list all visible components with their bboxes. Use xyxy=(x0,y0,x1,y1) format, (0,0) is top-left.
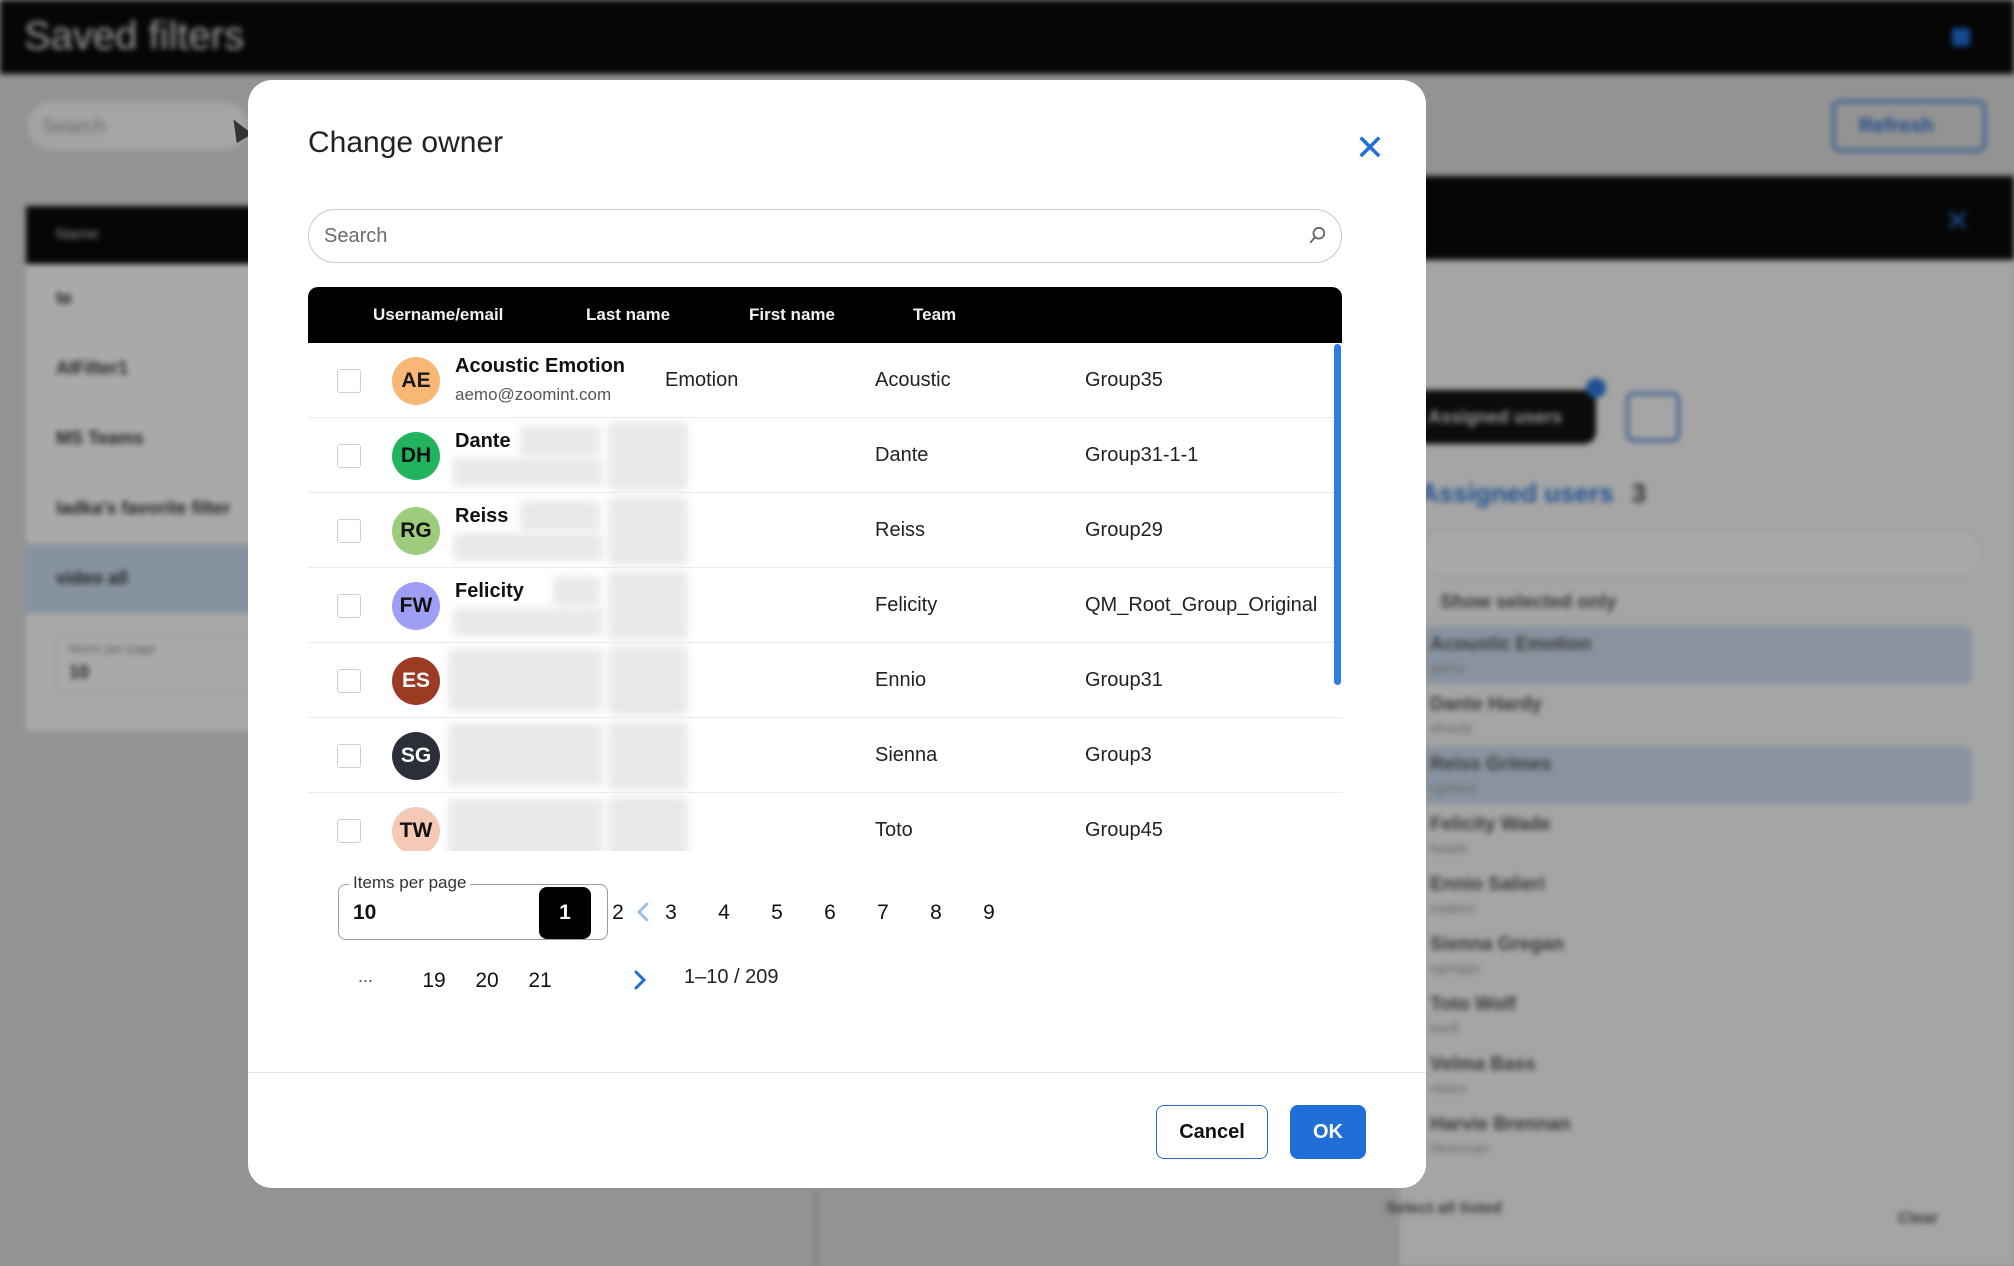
change-owner-dialog: Change owner ✕ Username/email Last name … xyxy=(248,80,1426,1188)
redacted-text xyxy=(520,501,600,531)
team: Group31-1-1 xyxy=(1085,444,1199,466)
close-icon[interactable]: ✕ xyxy=(1350,128,1390,168)
avatar: AE xyxy=(392,357,440,405)
page-button-7[interactable]: 7 xyxy=(857,887,909,939)
table-row[interactable]: RG Reiss Reiss Group29 xyxy=(308,493,1342,568)
page-button-5[interactable]: 5 xyxy=(751,887,803,939)
dialog-footer-divider xyxy=(248,1072,1426,1073)
page-button-4[interactable]: 4 xyxy=(698,887,750,939)
table-row[interactable]: AE Acoustic Emotion aemo@zoomint.com Emotio… xyxy=(308,343,1342,418)
table-row[interactable]: SG Sienna Group3 xyxy=(308,718,1342,793)
redacted-text xyxy=(520,426,600,456)
team: QM_Root_Group_Original xyxy=(1085,594,1318,616)
row-checkbox[interactable] xyxy=(337,519,361,543)
search-field xyxy=(308,209,1342,263)
redacted-text xyxy=(608,572,688,640)
row-checkbox[interactable] xyxy=(337,369,361,393)
column-header-first-name[interactable]: First name xyxy=(749,305,835,325)
page-button-21[interactable]: 21 xyxy=(514,955,566,1007)
page-button-8[interactable]: 8 xyxy=(910,887,962,939)
column-header-username[interactable]: Username/email xyxy=(373,305,503,325)
row-checkbox[interactable] xyxy=(337,594,361,618)
redacted-text xyxy=(453,608,603,636)
team: Group3 xyxy=(1085,744,1152,766)
avatar: DH xyxy=(392,432,440,480)
page-button-19[interactable]: 19 xyxy=(408,955,460,1007)
pagination-range: 1–10 / 209 xyxy=(684,966,779,988)
first-name: Acoustic xyxy=(875,369,951,391)
avatar: TW xyxy=(392,807,440,851)
username: Felicity xyxy=(455,580,524,602)
table-scrollbar[interactable] xyxy=(1334,344,1341,685)
next-page-icon[interactable] xyxy=(625,965,655,995)
items-per-page-value: 10 xyxy=(353,901,377,924)
redacted-text xyxy=(453,533,603,561)
row-checkbox[interactable] xyxy=(337,444,361,468)
team: Group45 xyxy=(1085,819,1163,841)
column-header-team[interactable]: Team xyxy=(913,305,956,325)
user-email: aemo@zoomint.com xyxy=(455,385,612,404)
first-name: Dante xyxy=(875,444,929,466)
avatar: FW xyxy=(392,582,440,630)
page-button-3[interactable]: 3 xyxy=(645,887,697,939)
last-name: Emotion xyxy=(665,369,739,391)
avatar: RG xyxy=(392,507,440,555)
first-name: Reiss xyxy=(875,519,926,541)
redacted-text xyxy=(448,649,603,711)
redacted-text xyxy=(453,458,603,486)
redacted-text xyxy=(608,797,688,851)
first-name: Sienna xyxy=(875,744,938,766)
cancel-button[interactable]: Cancel xyxy=(1156,1105,1268,1159)
table-row[interactable]: TW Toto Group45 xyxy=(308,793,1342,851)
redacted-text xyxy=(608,422,688,490)
search-input[interactable] xyxy=(309,210,1269,262)
username: Acoustic Emotion xyxy=(455,355,626,377)
column-header-last-name[interactable]: Last name xyxy=(586,305,670,325)
first-name: Toto xyxy=(875,819,913,841)
table-header: Username/email Last name First name Team xyxy=(308,287,1342,343)
team: Group35 xyxy=(1085,369,1163,391)
redacted-text xyxy=(608,722,688,790)
search-icon[interactable] xyxy=(1309,226,1327,244)
table-row[interactable]: FW Felicity Felicity QM_Root_Group_Original xyxy=(308,568,1342,643)
redacted-text xyxy=(553,576,600,606)
table-row[interactable]: DH Dante Dante Group31-1-1 xyxy=(308,418,1342,493)
table-row[interactable]: ES Ennio Group31 xyxy=(308,643,1342,718)
redacted-text xyxy=(608,497,688,565)
avatar: SG xyxy=(392,732,440,780)
first-name: Ennio xyxy=(875,669,927,691)
row-checkbox[interactable] xyxy=(337,744,361,768)
redacted-text xyxy=(448,724,603,786)
page-button-1[interactable]: 1 xyxy=(539,887,591,939)
row-checkbox[interactable] xyxy=(337,669,361,693)
redacted-text xyxy=(608,647,688,715)
avatar: ES xyxy=(392,657,440,705)
dialog-title: Change owner xyxy=(308,126,504,159)
page-ellipsis: ... xyxy=(358,966,374,986)
table-body: AE Acoustic Emotion aemo@zoomint.com Emotio… xyxy=(308,343,1342,851)
team: Group31 xyxy=(1085,669,1163,691)
users-table: Username/email Last name First name Team… xyxy=(308,287,1342,851)
redacted-text xyxy=(448,799,603,851)
username: Dante xyxy=(455,430,511,452)
ok-button[interactable]: OK xyxy=(1290,1105,1366,1159)
first-name: Felicity xyxy=(875,594,938,616)
page-button-9[interactable]: 9 xyxy=(963,887,1015,939)
page-button-2[interactable]: 2 xyxy=(592,887,644,939)
page-button-6[interactable]: 6 xyxy=(804,887,856,939)
items-per-page-label: Items per page xyxy=(349,873,471,893)
row-checkbox[interactable] xyxy=(337,819,361,843)
page-button-20[interactable]: 20 xyxy=(461,955,513,1007)
team: Group29 xyxy=(1085,519,1163,541)
username: Reiss xyxy=(455,505,509,527)
